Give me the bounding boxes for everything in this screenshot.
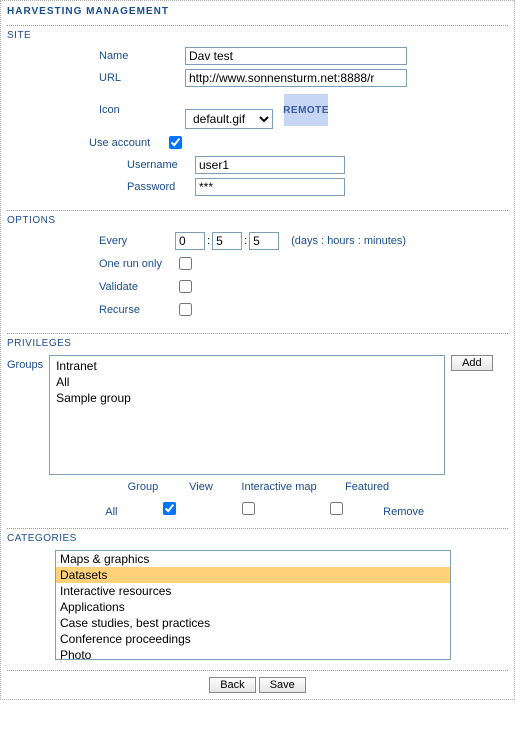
icon-select[interactable]: default.gif (185, 109, 273, 129)
categories-listbox[interactable]: Maps & graphicsDatasetsInteractive resou… (55, 550, 451, 660)
icon-label: Icon (99, 104, 185, 116)
priv-view-checkbox[interactable] (163, 502, 176, 515)
section-site: SITE Name URL Icon default.gif REMOTE (7, 25, 508, 210)
priv-map-checkbox[interactable] (242, 502, 255, 515)
groups-listbox[interactable]: IntranetAllSample group (49, 355, 445, 475)
list-item[interactable]: Sample group (52, 390, 442, 406)
list-item[interactable]: Maps & graphics (56, 551, 450, 567)
password-input[interactable] (195, 178, 345, 196)
add-button[interactable]: Add (451, 355, 493, 371)
recurse-checkbox[interactable] (179, 303, 192, 316)
privileges-row-all: All Remove (7, 499, 508, 518)
page-title: HARVESTING MANAGEMENT (7, 4, 508, 25)
one-run-checkbox[interactable] (179, 257, 192, 270)
list-item[interactable]: Interactive resources (56, 583, 450, 599)
list-item[interactable]: Conference proceedings (56, 631, 450, 647)
groups-label: Groups (7, 355, 43, 371)
section-privileges-label: PRIVILEGES (7, 338, 508, 349)
back-button[interactable]: Back (209, 677, 255, 693)
validate-label: Validate (99, 281, 175, 293)
name-label: Name (99, 50, 185, 62)
section-options-label: OPTIONS (7, 215, 508, 226)
every-label: Every (99, 235, 175, 247)
section-site-label: SITE (7, 30, 508, 41)
validate-checkbox[interactable] (179, 280, 192, 293)
list-item[interactable]: Photo (56, 647, 450, 660)
every-days-input[interactable] (175, 232, 205, 250)
every-minutes-input[interactable] (249, 232, 279, 250)
icon-preview: REMOTE (284, 94, 328, 126)
url-label: URL (99, 72, 185, 84)
priv-row-group: All (81, 506, 141, 518)
password-label: Password (127, 181, 195, 193)
list-item[interactable]: Datasets (56, 567, 450, 583)
priv-featured-checkbox[interactable] (330, 502, 343, 515)
use-account-label: Use account (89, 137, 165, 149)
recurse-label: Recurse (99, 304, 175, 316)
section-options: OPTIONS Every : : (days : hours : minute… (7, 210, 508, 333)
priv-remove-link[interactable]: Remove (374, 506, 434, 518)
url-input[interactable] (185, 69, 407, 87)
privileges-header: Group View Interactive map Featured (7, 481, 508, 493)
list-item[interactable]: All (52, 374, 442, 390)
list-item[interactable]: Intranet (52, 358, 442, 374)
username-label: Username (127, 159, 195, 171)
name-input[interactable] (185, 47, 407, 65)
section-categories: CATEGORIES Maps & graphicsDatasetsIntera… (7, 528, 508, 670)
col-group: Group (113, 481, 173, 493)
username-input[interactable] (195, 156, 345, 174)
list-item[interactable]: Case studies, best practices (56, 615, 450, 631)
col-featured: Featured (332, 481, 402, 493)
col-map: Interactive map (229, 481, 329, 493)
section-categories-label: CATEGORIES (7, 533, 508, 544)
save-button[interactable]: Save (259, 677, 306, 693)
section-privileges: PRIVILEGES Groups IntranetAllSample grou… (7, 333, 508, 528)
one-run-label: One run only (99, 258, 175, 270)
bottom-bar: Back Save (7, 670, 508, 693)
every-hours-input[interactable] (212, 232, 242, 250)
every-format-hint: (days : hours : minutes) (291, 235, 406, 247)
use-account-checkbox[interactable] (169, 136, 182, 149)
list-item[interactable]: Applications (56, 599, 450, 615)
col-view: View (176, 481, 226, 493)
